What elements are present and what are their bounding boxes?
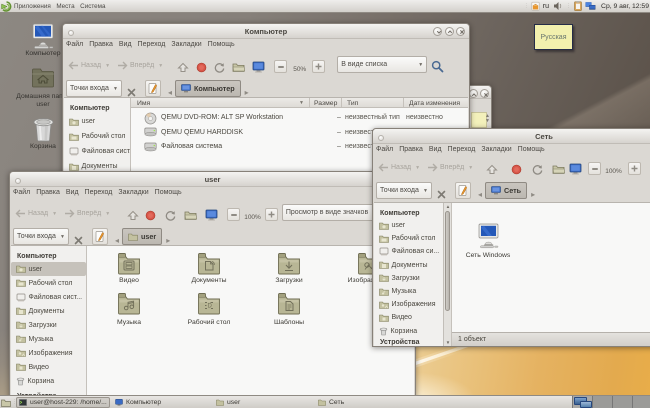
svg-text:D: D (208, 304, 213, 310)
